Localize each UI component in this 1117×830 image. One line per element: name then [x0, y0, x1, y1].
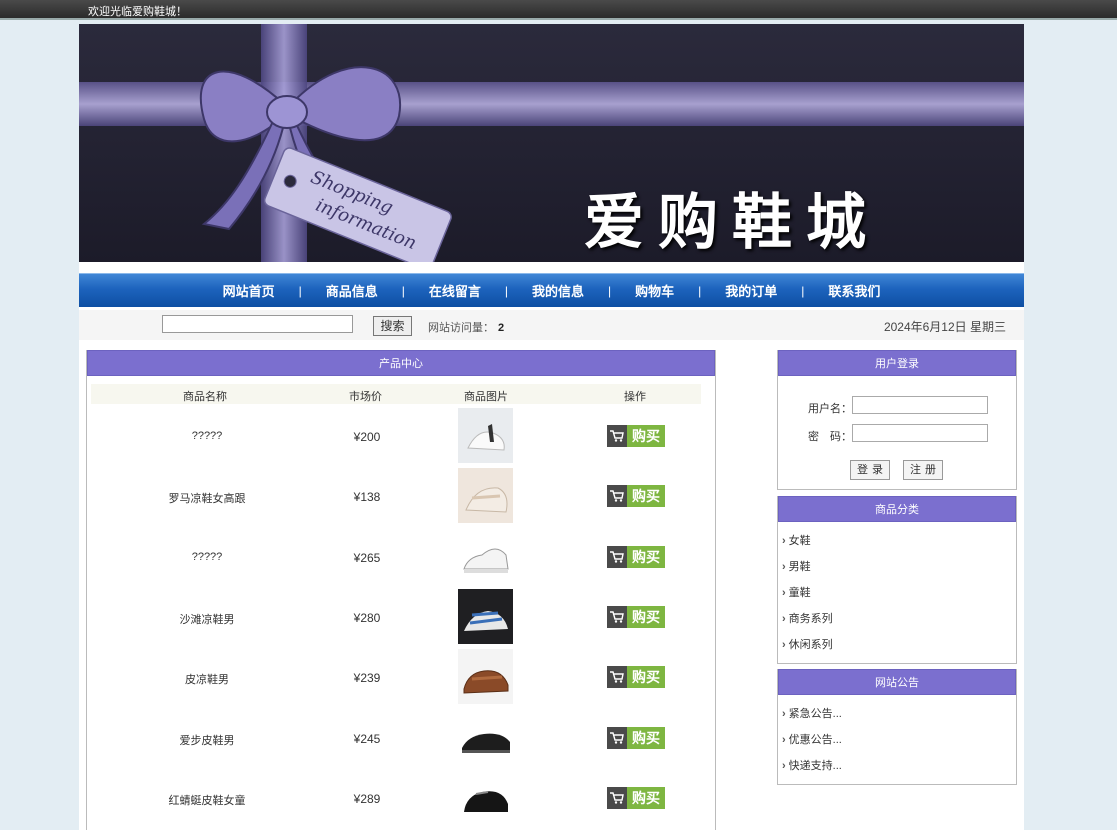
product-row: ????? ¥265 购买: [87, 527, 717, 587]
register-button[interactable]: 注册: [903, 460, 943, 480]
product-center-panel: 产品中心 商品名称 市场价 商品图片 操作 ????? ¥200 购买 罗马凉鞋女高跟…: [86, 350, 716, 830]
cart-icon: [607, 545, 627, 568]
category-title: 商品分类: [778, 496, 1016, 522]
welcome-text: 欢迎光临爱购鞋城！: [88, 6, 187, 18]
product-name[interactable]: 爱步皮鞋男: [87, 732, 327, 748]
cart-icon: [607, 726, 627, 749]
category-item[interactable]: 休闲系列: [782, 634, 833, 660]
buy-button[interactable]: 购买: [607, 425, 665, 447]
cart-icon: [607, 786, 627, 809]
site-title: 爱购鞋城: [584, 188, 880, 258]
product-price: ¥265: [353, 550, 381, 565]
product-image[interactable]: [458, 588, 513, 644]
buy-label: 购买: [627, 786, 665, 809]
visit-counter: 网站访问量： 2: [428, 319, 504, 335]
product-image[interactable]: [458, 649, 513, 705]
user-login-panel: 用户登录 用户名： 密 码： 登录 注册: [777, 350, 1017, 490]
buy-label: 购买: [627, 605, 665, 628]
buy-button[interactable]: 购买: [607, 666, 665, 689]
main-navigation: 网站首页 | 商品信息 | 在线留言 | 我的信息 | 购物车 | 我的订单 |…: [79, 273, 1024, 307]
product-name[interactable]: 皮凉鞋男: [87, 671, 327, 687]
password-label: 密 码：: [808, 431, 852, 443]
buy-button[interactable]: 购买: [607, 485, 665, 508]
buy-button[interactable]: 购买: [607, 786, 665, 809]
nav-my-info[interactable]: 我的信息: [508, 281, 608, 300]
product-price: ¥289: [353, 791, 381, 806]
cart-icon: [607, 666, 627, 689]
product-name[interactable]: ?????: [87, 551, 327, 563]
product-name[interactable]: 沙滩凉鞋男: [87, 611, 327, 627]
login-title: 用户登录: [778, 350, 1016, 376]
search-bar: 搜索 网站访问量： 2 2024年6月12日 星期三: [79, 310, 1024, 340]
product-image[interactable]: [458, 769, 513, 825]
category-item[interactable]: 童鞋: [782, 582, 833, 608]
ribbon-bow-illustration: Shopping information: [79, 24, 1024, 262]
site-banner: Shopping information 爱购鞋城: [79, 24, 1024, 262]
product-name[interactable]: 罗马凉鞋女高跟: [87, 490, 327, 506]
col-name-header: 商品名称: [183, 391, 227, 403]
buy-label: 购买: [627, 485, 665, 508]
nav-contact[interactable]: 联系我们: [804, 281, 904, 300]
notice-title: 网站公告: [778, 669, 1016, 695]
buy-button[interactable]: 购买: [607, 545, 665, 568]
visit-count: 2: [498, 322, 505, 334]
product-name[interactable]: 红蜻蜓皮鞋女童: [87, 792, 327, 808]
notice-item[interactable]: 快递支持...: [782, 755, 842, 781]
top-welcome-bar: 欢迎光临爱购鞋城！: [0, 0, 1117, 20]
nav-messages[interactable]: 在线留言: [405, 281, 505, 300]
product-price: ¥138: [353, 490, 381, 505]
page-container: Shopping information 爱购鞋城 网站首页 | 商品信息 | …: [79, 24, 1024, 830]
buy-button[interactable]: 购买: [607, 726, 665, 749]
product-row: ????? ¥200 购买: [87, 406, 717, 466]
product-price: ¥280: [353, 610, 381, 625]
product-price: ¥245: [353, 731, 381, 746]
category-panel: 商品分类 女鞋 男鞋 童鞋 商务系列 休闲系列: [777, 496, 1017, 664]
buy-label: 购买: [627, 545, 665, 568]
notice-item[interactable]: 紧急公告...: [782, 703, 842, 729]
product-image[interactable]: [458, 709, 513, 765]
category-item[interactable]: 男鞋: [782, 556, 833, 582]
product-image[interactable]: [458, 408, 513, 463]
buy-label: 购买: [627, 726, 665, 749]
product-row: 皮凉鞋男 ¥239 购买: [87, 647, 717, 707]
product-table-header: 商品名称 市场价 商品图片 操作: [91, 384, 701, 404]
username-input[interactable]: [852, 396, 988, 414]
col-price-header: 市场价: [349, 391, 382, 403]
buy-button[interactable]: 购买: [607, 605, 665, 628]
product-row: 罗马凉鞋女高跟 ¥138 购买: [87, 466, 717, 526]
current-date: 2024年6月12日 星期三: [883, 320, 1006, 334]
col-image-header: 商品图片: [464, 391, 508, 403]
category-item[interactable]: 商务系列: [782, 608, 833, 634]
col-action-header: 操作: [624, 391, 646, 403]
cart-icon: [607, 425, 627, 447]
product-image[interactable]: [458, 468, 513, 524]
visit-label: 网站访问量：: [428, 322, 494, 334]
username-label: 用户名：: [808, 403, 852, 415]
product-price: ¥239: [353, 671, 381, 686]
search-input[interactable]: [162, 315, 353, 333]
product-center-title: 产品中心: [87, 350, 715, 376]
category-list: 女鞋 男鞋 童鞋 商务系列 休闲系列: [782, 530, 833, 660]
product-name[interactable]: ?????: [87, 430, 327, 442]
product-row: 爱步皮鞋男 ¥245 购买: [87, 708, 717, 768]
search-button[interactable]: 搜索: [373, 316, 412, 336]
product-row: 红蜻蜓皮鞋女童 ¥289 购买: [87, 768, 717, 828]
notice-panel: 网站公告 紧急公告... 优惠公告... 快递支持...: [777, 669, 1017, 785]
nav-products[interactable]: 商品信息: [302, 281, 402, 300]
password-input[interactable]: [852, 424, 988, 442]
notice-item[interactable]: 优惠公告...: [782, 729, 842, 755]
cart-icon: [607, 485, 627, 508]
nav-home[interactable]: 网站首页: [199, 281, 299, 300]
nav-cart[interactable]: 购物车: [611, 281, 698, 300]
login-button[interactable]: 登录: [850, 460, 890, 480]
buy-label: 购买: [627, 666, 665, 689]
buy-label: 购买: [627, 425, 665, 447]
category-item[interactable]: 女鞋: [782, 530, 833, 556]
product-image[interactable]: [458, 528, 513, 584]
cart-icon: [607, 605, 627, 628]
product-price: ¥200: [353, 430, 381, 444]
notice-list: 紧急公告... 优惠公告... 快递支持...: [782, 703, 842, 781]
product-row: 沙滩凉鞋男 ¥280 购买: [87, 587, 717, 647]
nav-my-orders[interactable]: 我的订单: [701, 281, 801, 300]
